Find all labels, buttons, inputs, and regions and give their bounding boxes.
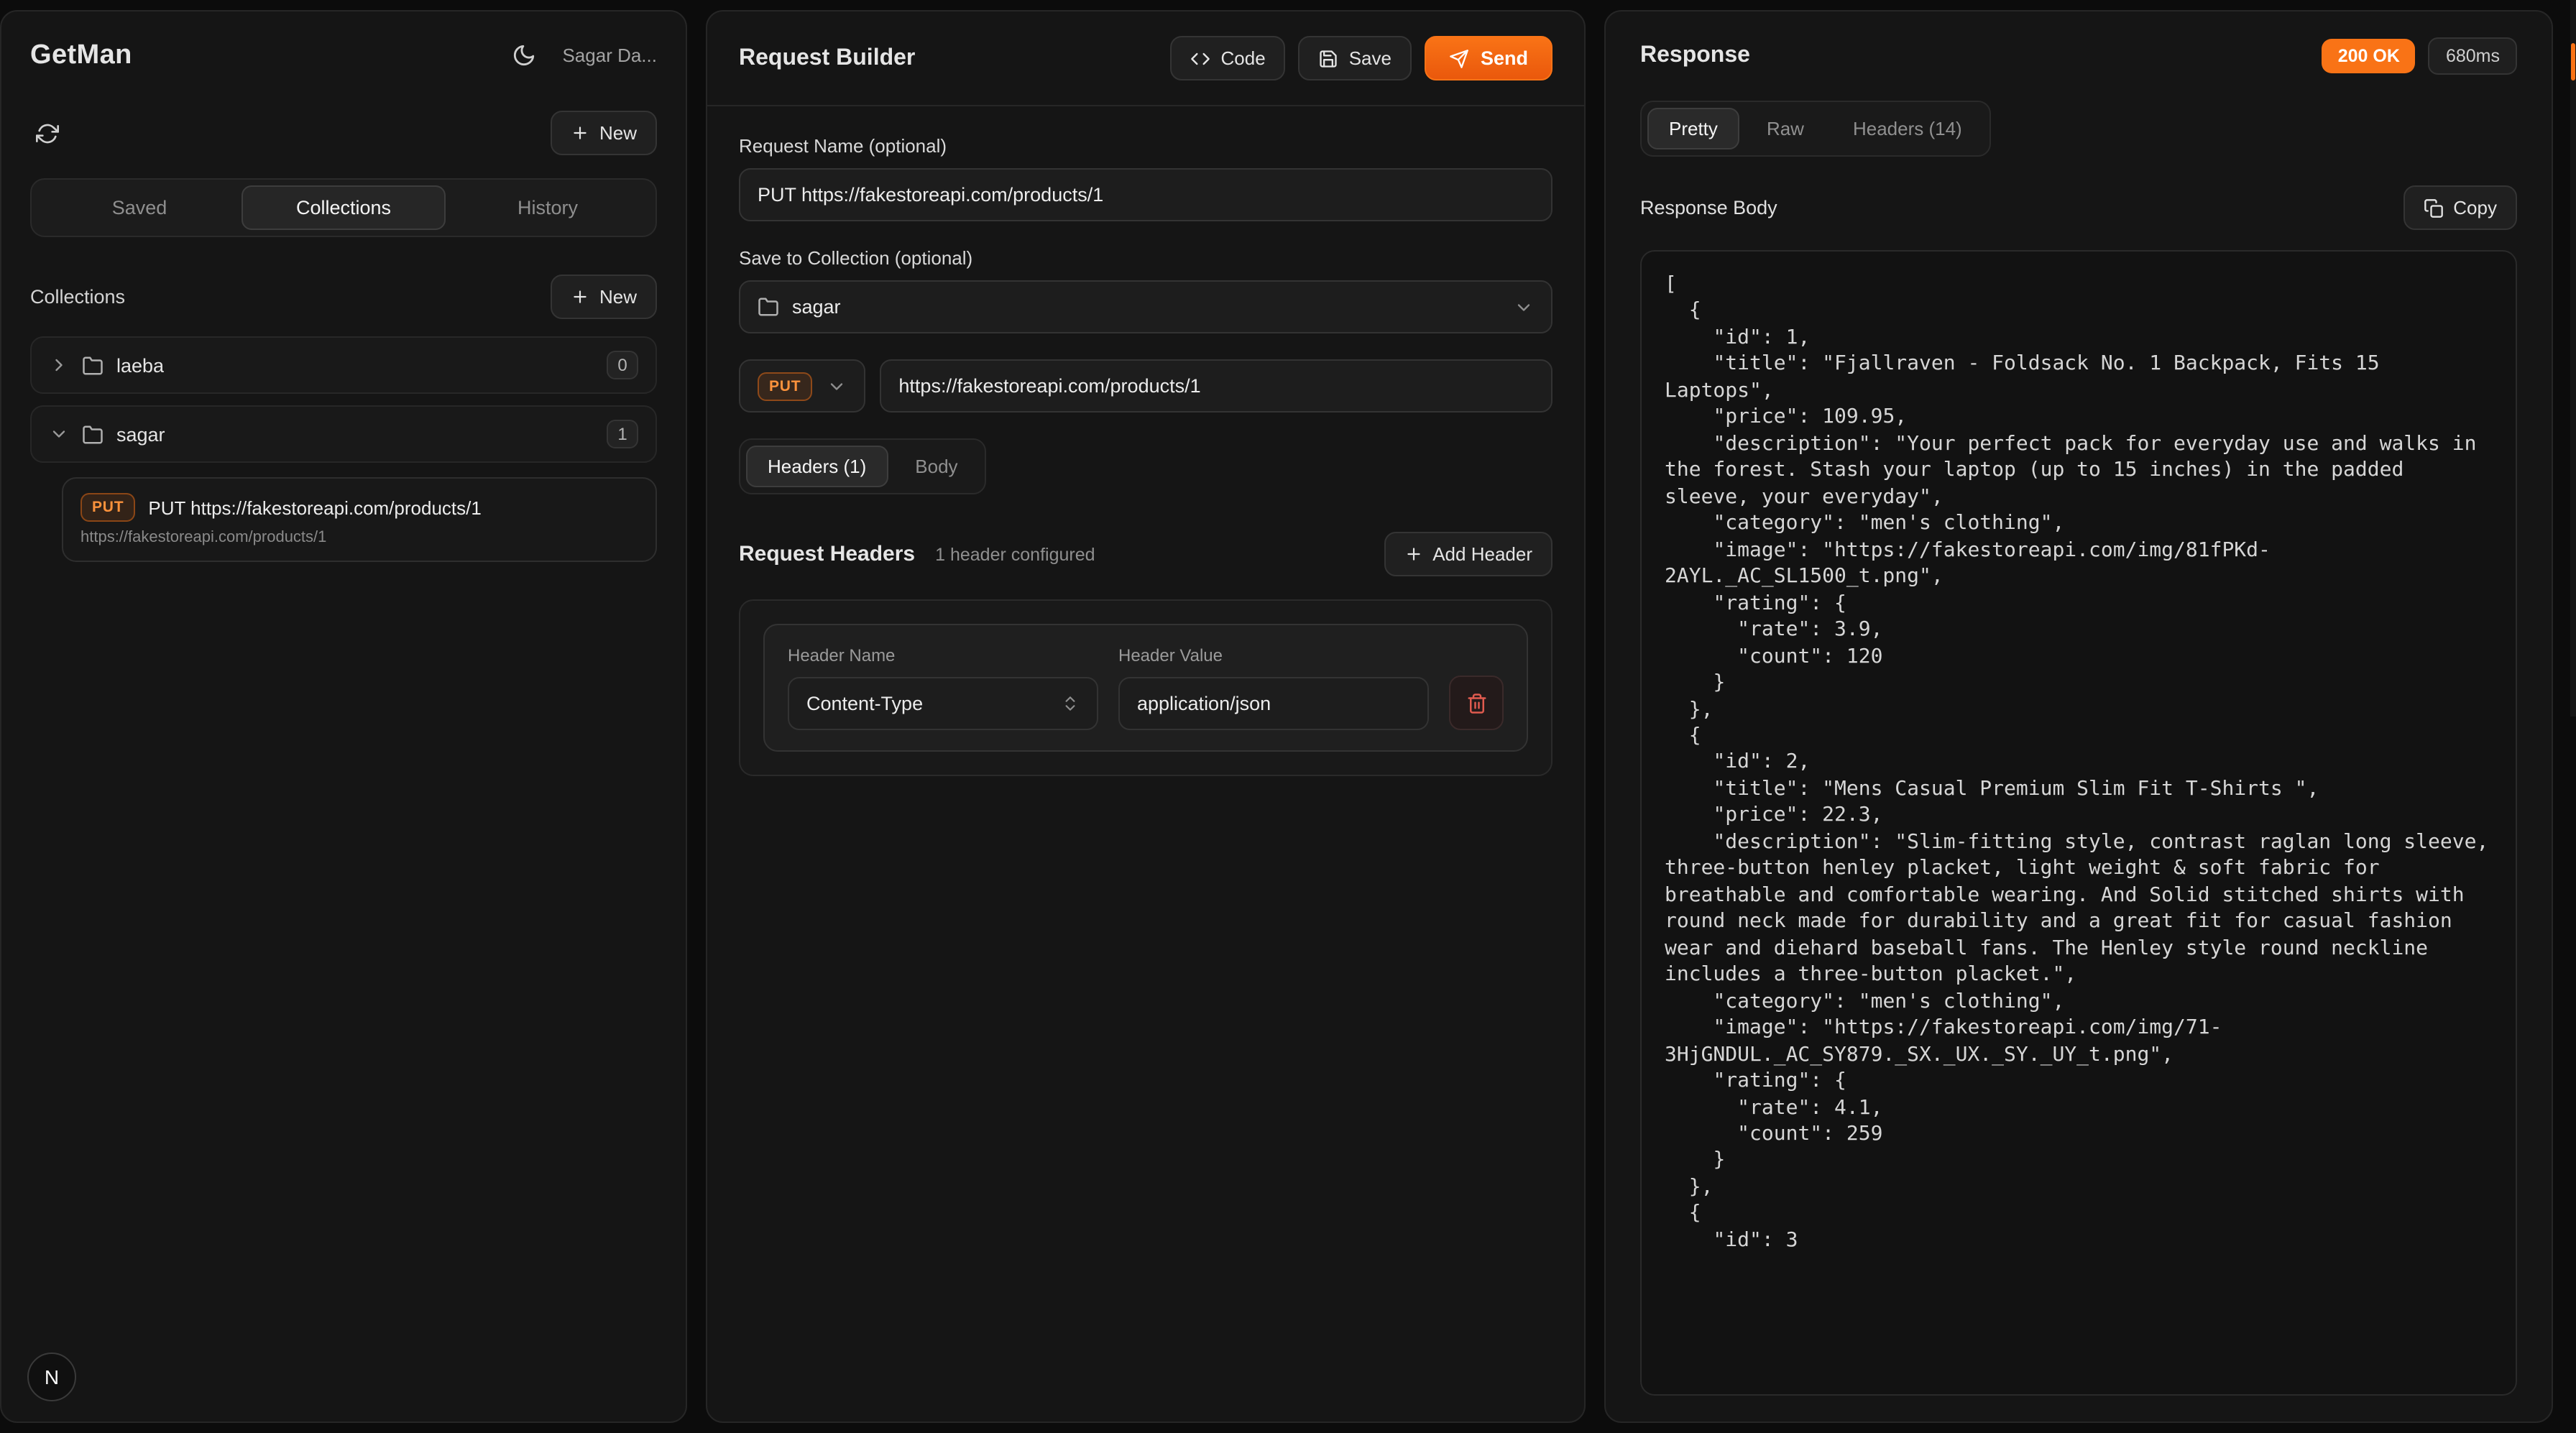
response-time-badge: 680ms — [2429, 37, 2517, 75]
tab-response-headers[interactable]: Headers (14) — [1831, 108, 1984, 149]
request-headers-title: Request Headers — [739, 542, 915, 566]
collections-new-button[interactable]: New — [551, 275, 657, 319]
save-icon — [1319, 48, 1339, 68]
method-badge: PUT — [758, 372, 812, 400]
response-panel: Response 200 OK 680ms Pretty Raw Headers… — [1604, 10, 2553, 1423]
tab-pretty[interactable]: Pretty — [1647, 108, 1739, 149]
chevrons-up-down-icon — [1061, 694, 1080, 713]
sidebar: GetMan Sagar Da... New — [0, 10, 687, 1423]
request-section-tabs: Headers (1) Body — [739, 438, 987, 494]
collection-name: laeba — [116, 354, 594, 376]
tab-collections[interactable]: Collections — [242, 185, 446, 230]
response-body-viewer[interactable]: [ { "id": 1, "title": "Fjallraven - Fold… — [1640, 250, 2517, 1396]
theme-toggle-button[interactable] — [506, 37, 542, 73]
chevron-down-icon — [827, 376, 847, 396]
moon-icon — [512, 43, 536, 68]
delete-header-button[interactable] — [1449, 676, 1504, 730]
header-name-value: Content-Type — [806, 693, 1048, 714]
collection-select-value: sagar — [792, 296, 1501, 318]
header-row: Header Name Content-Type Header Value — [763, 624, 1528, 752]
request-name-label: Request Name (optional) — [739, 135, 1552, 157]
response-tabs: Pretty Raw Headers (14) — [1640, 101, 1991, 157]
copy-button[interactable]: Copy — [2403, 185, 2517, 230]
add-header-button[interactable]: Add Header — [1384, 532, 1552, 576]
collections-label: Collections — [30, 286, 125, 308]
tab-headers[interactable]: Headers (1) — [746, 446, 888, 487]
header-name-label: Header Name — [788, 645, 1098, 665]
collection-count-badge: 0 — [607, 351, 638, 379]
tab-history[interactable]: History — [446, 185, 650, 230]
folder-icon — [82, 423, 104, 445]
save-button[interactable]: Save — [1299, 36, 1412, 80]
folder-icon — [82, 354, 104, 376]
request-builder-title: Request Builder — [739, 45, 915, 71]
refresh-icon — [36, 121, 59, 144]
method-select[interactable]: PUT — [739, 359, 865, 413]
headers-count-text: 1 header configured — [935, 545, 1095, 565]
sidebar-new-button[interactable]: New — [551, 111, 657, 155]
folder-icon — [758, 296, 779, 318]
request-item-title: PUT https://fakestoreapi.com/products/1 — [148, 497, 481, 518]
collection-row-sagar[interactable]: sagar 1 — [30, 405, 657, 463]
header-value-input[interactable] — [1118, 677, 1429, 730]
window-scrollbar[interactable] — [2570, 0, 2576, 716]
plus-icon — [571, 124, 589, 142]
url-input[interactable] — [880, 359, 1552, 413]
chevron-down-icon — [1514, 297, 1534, 317]
headers-editor-card: Header Name Content-Type Header Value — [739, 599, 1552, 776]
copy-icon — [2423, 198, 2443, 218]
response-body-label: Response Body — [1640, 197, 1777, 218]
user-avatar[interactable]: N — [27, 1353, 76, 1401]
status-badge: 200 OK — [2322, 39, 2416, 73]
collection-name: sagar — [116, 423, 594, 445]
plus-icon — [1404, 545, 1422, 563]
chevron-down-icon — [49, 424, 69, 444]
collection-row-laeba[interactable]: laeba 0 — [30, 336, 657, 394]
request-name-input[interactable] — [739, 168, 1552, 221]
plus-icon — [571, 287, 589, 306]
send-button[interactable]: Send — [1425, 36, 1552, 80]
collections-list: laeba 0 sagar 1 PUT PUT https://fakestor… — [30, 336, 657, 562]
response-json-text: [ { "id": 1, "title": "Fjallraven - Fold… — [1665, 272, 2493, 1254]
collection-select-label: Save to Collection (optional) — [739, 247, 1552, 269]
code-icon — [1191, 48, 1211, 68]
collection-select[interactable]: sagar — [739, 280, 1552, 333]
response-title: Response — [1640, 43, 1750, 69]
refresh-button[interactable] — [30, 116, 65, 150]
user-name[interactable]: Sagar Da... — [562, 45, 657, 66]
send-icon — [1449, 48, 1469, 68]
code-button[interactable]: Code — [1171, 36, 1286, 80]
app-title: GetMan — [30, 40, 132, 71]
header-name-select[interactable]: Content-Type — [788, 677, 1098, 730]
tab-raw[interactable]: Raw — [1745, 108, 1826, 149]
saved-request-item[interactable]: PUT PUT https://fakestoreapi.com/product… — [62, 477, 657, 562]
request-builder-panel: Request Builder Code Save — [706, 10, 1586, 1423]
scrollbar-thumb[interactable] — [2571, 43, 2575, 80]
request-item-url: https://fakestoreapi.com/products/1 — [80, 529, 638, 546]
sidebar-tabbar: Saved Collections History — [30, 178, 657, 237]
tab-body[interactable]: Body — [893, 446, 979, 487]
tab-saved[interactable]: Saved — [37, 185, 242, 230]
app-window: GetMan Sagar Da... New — [0, 0, 2576, 1433]
chevron-right-icon — [49, 355, 69, 375]
header-value-label: Header Value — [1118, 645, 1429, 665]
collection-count-badge: 1 — [607, 420, 638, 448]
trash-icon — [1466, 692, 1487, 714]
request-method-badge: PUT — [80, 493, 135, 522]
